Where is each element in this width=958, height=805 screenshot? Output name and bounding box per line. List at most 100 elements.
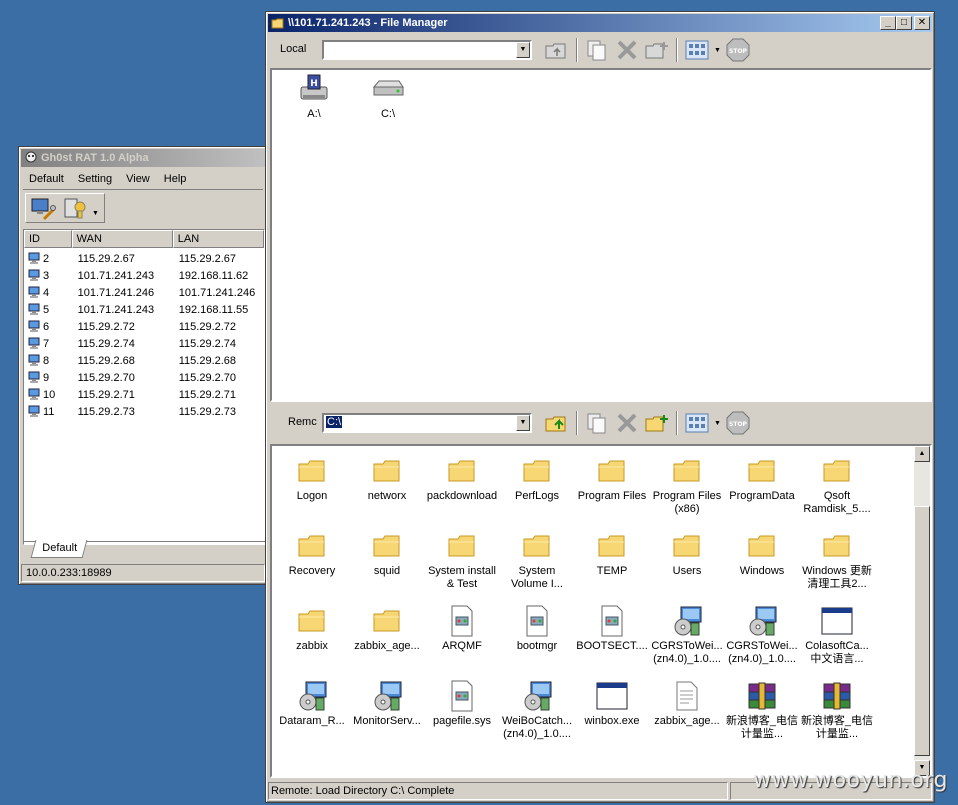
table-row[interactable]: 11 115.29.2.73 115.29.2.73 [24, 403, 264, 420]
chevron-down-icon[interactable]: ▼ [714, 47, 721, 54]
file-item[interactable]: zabbix_age... [349, 604, 425, 653]
file-item[interactable]: bootmgr [499, 604, 575, 653]
scroll-up-button[interactable]: ▲ [914, 446, 930, 462]
file-item[interactable]: Program Files (x86) [649, 454, 725, 516]
remote-file-pane[interactable]: Logon networx packdownload PerfLogs Program … [270, 444, 932, 778]
file-item[interactable]: ProgramData [724, 454, 800, 503]
local-file-pane[interactable]: H A:\ C:\ [270, 68, 932, 402]
gh0st-toolbar: ▼ [23, 189, 263, 225]
folder-icon [724, 454, 800, 488]
server-settings-icon[interactable] [62, 197, 88, 221]
chevron-down-icon[interactable]: ▼ [92, 210, 99, 217]
file-name: zabbix_age... [654, 715, 720, 727]
file-item[interactable]: Dataram_R... [274, 679, 350, 728]
menu-setting[interactable]: Setting [78, 173, 112, 189]
remote-toolbar: ▼ STOP [544, 410, 751, 436]
file-item[interactable]: Windows [724, 529, 800, 578]
maximize-button[interactable]: □ [896, 16, 912, 30]
table-row[interactable]: 3 101.71.241.243 192.168.11.62 [24, 267, 264, 284]
host-id: 6 [24, 320, 74, 333]
menu-help[interactable]: Help [164, 173, 187, 189]
file-item[interactable]: MonitorServ... [349, 679, 425, 728]
host-list[interactable]: ID WAN LAN 2 115.29.2.67 115.29.2.67 3 101.7… [23, 229, 265, 545]
up-folder-icon[interactable] [544, 410, 570, 436]
new-folder-icon[interactable] [644, 410, 670, 436]
table-row[interactable]: 2 115.29.2.67 115.29.2.67 [24, 250, 264, 267]
vertical-scrollbar[interactable]: ▲ ▼ [914, 446, 930, 776]
tab-default[interactable]: Default [30, 540, 88, 558]
drive-a[interactable]: H A:\ [276, 72, 352, 121]
folder-icon [649, 529, 725, 563]
host-wan: 115.29.2.70 [77, 371, 135, 384]
file-item[interactable]: CGRSToWei... (zn4.0)_1.0.... [649, 604, 725, 666]
host-computer-icon [28, 269, 40, 281]
table-row[interactable]: 9 115.29.2.70 115.29.2.70 [24, 369, 264, 386]
file-item[interactable]: System install & Test [424, 529, 500, 591]
minimize-button[interactable]: _ [880, 16, 896, 30]
stop-icon[interactable]: STOP [725, 410, 751, 436]
col-header-id[interactable]: ID [24, 230, 72, 248]
file-name: packdownload [426, 490, 498, 502]
table-row[interactable]: 10 115.29.2.71 115.29.2.71 [24, 386, 264, 403]
copy-icon[interactable] [584, 410, 610, 436]
file-item[interactable]: pagefile.sys [424, 679, 500, 728]
view-mode-icon[interactable] [684, 37, 710, 63]
remote-desktop-icon[interactable] [30, 197, 56, 221]
host-lan: 115.29.2.74 [178, 337, 237, 350]
file-item[interactable]: ColasoftCa... 中文语言... [799, 604, 875, 666]
host-wan: 115.29.2.73 [77, 405, 135, 418]
gh0st-titlebar[interactable]: Gh0st RAT 1.0 Alpha [21, 149, 265, 167]
col-header-lan[interactable]: LAN [172, 230, 264, 248]
local-path-combo[interactable]: ▼ [322, 40, 532, 60]
new-folder-icon[interactable] [644, 37, 670, 63]
file-item[interactable]: packdownload [424, 454, 500, 503]
file-item[interactable]: Windows 更新清理工具2... [799, 529, 875, 591]
file-item[interactable]: networx [349, 454, 425, 503]
file-item[interactable]: ARQMF [424, 604, 500, 653]
table-row[interactable]: 5 101.71.241.243 192.168.11.55 [24, 301, 264, 318]
file-item[interactable]: CGRSToWei... (zn4.0)_1.0.... [724, 604, 800, 666]
file-item[interactable]: 新浪博客_电信计量监... [724, 679, 800, 741]
file-item[interactable]: winbox.exe [574, 679, 650, 728]
file-manager-window: \\101.71.241.243 - File Manager _ □ ✕ Lo… [265, 11, 935, 803]
file-item[interactable]: Users [649, 529, 725, 578]
menu-default[interactable]: Default [29, 173, 64, 189]
view-mode-icon[interactable] [684, 410, 710, 436]
file-item[interactable]: BOOTSECT.... [574, 604, 650, 653]
drive-c[interactable]: C:\ [350, 72, 426, 121]
table-row[interactable]: 6 115.29.2.72 115.29.2.72 [24, 318, 264, 335]
file-item[interactable]: Recovery [274, 529, 350, 578]
fm-title-buttons: _ □ ✕ [880, 16, 930, 30]
table-row[interactable]: 4 101.71.241.246 101.71.241.246 [24, 284, 264, 301]
close-button[interactable]: ✕ [914, 16, 930, 30]
file-item[interactable]: WeiBoCatch... (zn4.0)_1.0.... [499, 679, 575, 741]
chevron-down-icon[interactable]: ▼ [516, 42, 530, 58]
scroll-thumb[interactable] [914, 506, 930, 756]
table-row[interactable]: 7 115.29.2.74 115.29.2.74 [24, 335, 264, 352]
fm-titlebar[interactable]: \\101.71.241.243 - File Manager _ □ ✕ [268, 14, 932, 32]
up-folder-icon[interactable] [544, 37, 570, 63]
file-item[interactable]: 新浪博客_电信计量监... [799, 679, 875, 741]
delete-icon[interactable] [614, 410, 640, 436]
table-row[interactable]: 8 115.29.2.68 115.29.2.68 [24, 352, 264, 369]
delete-icon[interactable] [614, 37, 640, 63]
file-item[interactable]: System Volume I... [499, 529, 575, 591]
host-wan: 115.29.2.68 [77, 354, 135, 367]
file-item[interactable]: zabbix [274, 604, 350, 653]
chevron-down-icon[interactable]: ▼ [516, 415, 530, 431]
file-item[interactable]: squid [349, 529, 425, 578]
host-lan: 101.71.241.246 [178, 286, 256, 299]
col-header-wan[interactable]: WAN [71, 230, 173, 248]
floppy-drive-icon: H [276, 72, 352, 106]
file-item[interactable]: Program Files [574, 454, 650, 503]
file-item[interactable]: TEMP [574, 529, 650, 578]
file-item[interactable]: Logon [274, 454, 350, 503]
chevron-down-icon[interactable]: ▼ [714, 420, 721, 427]
stop-icon[interactable]: STOP [725, 37, 751, 63]
file-item[interactable]: zabbix_age... [649, 679, 725, 728]
file-item[interactable]: Qsoft Ramdisk_5.... [799, 454, 875, 516]
remote-path-combo[interactable]: C:\ ▼ [322, 413, 532, 433]
copy-icon[interactable] [584, 37, 610, 63]
menu-view[interactable]: View [126, 173, 150, 189]
file-item[interactable]: PerfLogs [499, 454, 575, 503]
